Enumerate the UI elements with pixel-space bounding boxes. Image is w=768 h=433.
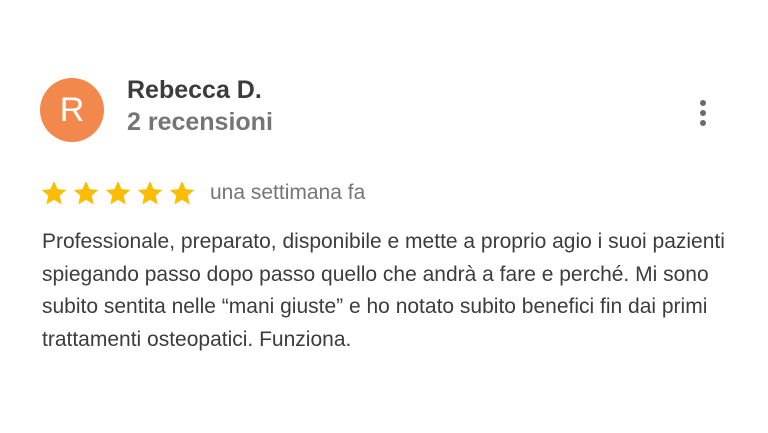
star-icon [41, 181, 67, 205]
review-count[interactable]: 2 recensioni [127, 108, 273, 137]
star-icon [169, 181, 195, 205]
star-icon [137, 181, 163, 205]
star-icon [105, 181, 131, 205]
author-name[interactable]: Rebecca D. [127, 76, 262, 105]
rating-row: una settimana fa [40, 178, 365, 208]
star-icon [73, 181, 99, 205]
star-rating [40, 179, 200, 207]
review-text: Professionale, preparato, disponibile e … [42, 230, 725, 351]
review-date: una settimana fa [210, 181, 366, 204]
review-card: R Rebecca D. 2 recensioni una settimana … [0, 0, 768, 433]
more-options-button[interactable] [688, 96, 718, 132]
avatar[interactable]: R [40, 78, 104, 142]
